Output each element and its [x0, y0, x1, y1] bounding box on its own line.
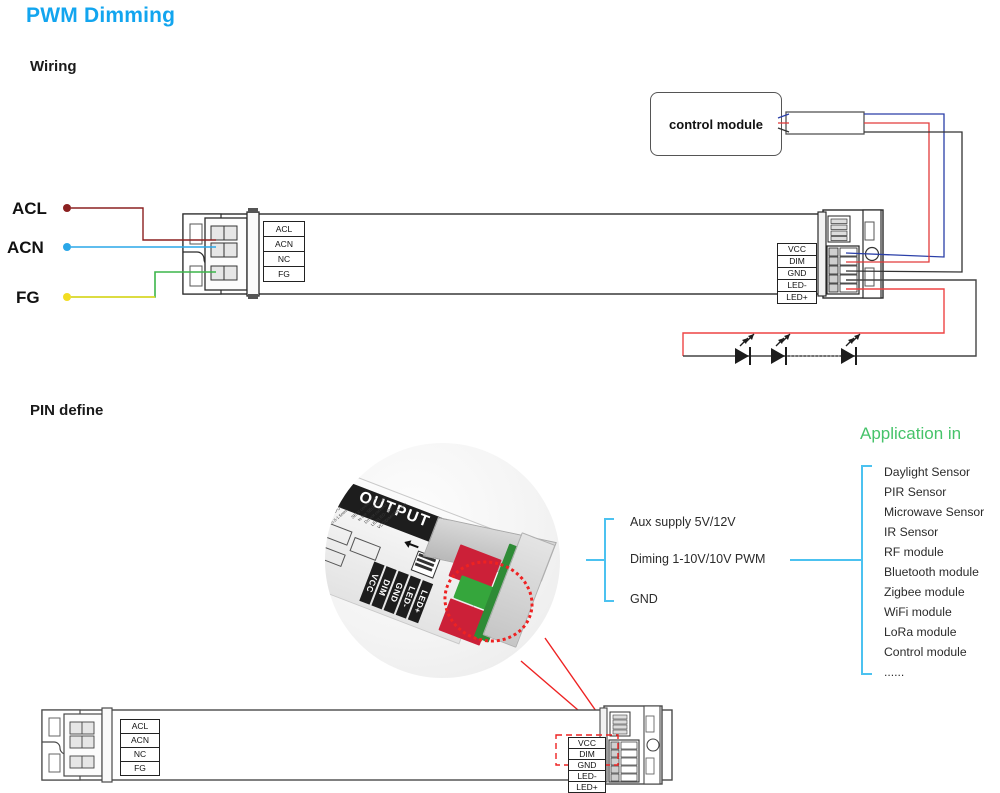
application-item: ...... — [884, 665, 905, 679]
application-item: PIR Sensor — [884, 485, 947, 499]
application-bracket — [861, 465, 872, 675]
application-item: Zigbee module — [884, 585, 965, 599]
pin-label-nc: NC — [120, 747, 160, 762]
callout-gnd: GND — [630, 592, 658, 606]
bottom-input-terminal-legend: ACL ACN NC FG — [120, 719, 160, 776]
pin-label-gnd: GND — [568, 759, 606, 771]
pin-label-fg: FG — [120, 761, 160, 776]
application-item: Bluetooth module — [884, 565, 979, 579]
pin-define-diagram-svg — [41, 465, 872, 785]
application-item: RF module — [884, 545, 944, 559]
bottom-output-terminal-legend: VCC DIM GND LED- LED+ — [568, 737, 606, 793]
application-list: Daylight Sensor PIR Sensor Microwave Sen… — [884, 462, 984, 682]
application-item: Daylight Sensor — [884, 465, 971, 479]
application-item: WiFi module — [884, 605, 952, 619]
application-item: Microwave Sensor — [884, 505, 985, 519]
pin-label-vcc: VCC — [568, 737, 606, 749]
callout-bracket — [586, 518, 614, 602]
callout-dimming: Diming 1-10V/10V PWM — [630, 552, 766, 566]
application-item: Control module — [884, 645, 967, 659]
callout-aux-supply: Aux supply 5V/12V — [630, 515, 736, 529]
pin-label-acl: ACL — [120, 719, 160, 734]
pin-label-led-minus: LED- — [568, 770, 606, 782]
pin-label-acn: ACN — [120, 733, 160, 748]
bottom-driver-output-end — [599, 705, 663, 785]
application-item: LoRa module — [884, 625, 957, 639]
pin-label-dim: DIM — [568, 748, 606, 760]
application-item: IR Sensor — [884, 525, 939, 539]
